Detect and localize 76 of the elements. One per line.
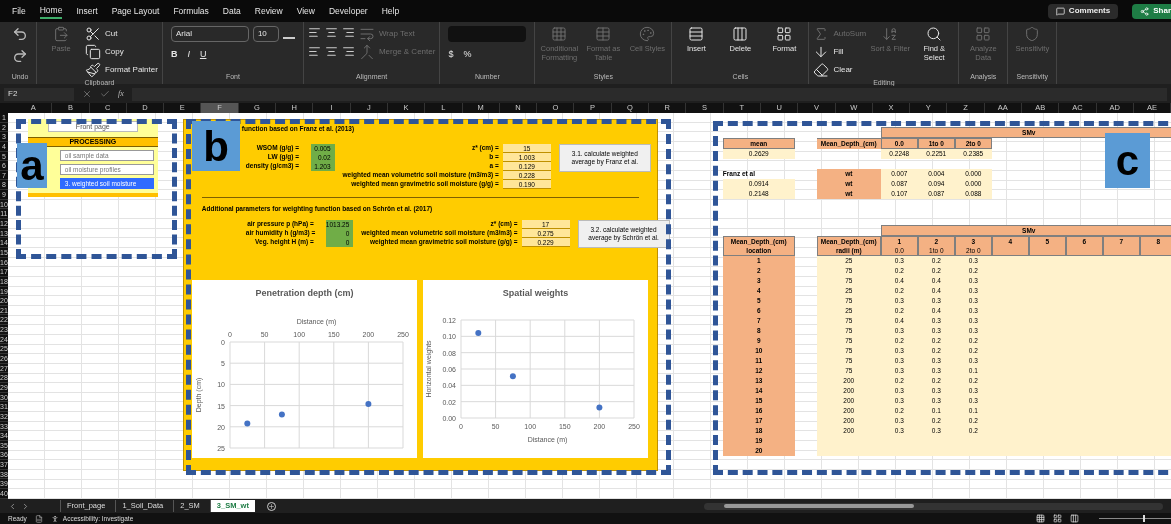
share-button[interactable]: Shar: [1132, 3, 1171, 19]
data-point: [365, 400, 372, 407]
number-format-field[interactable]: [448, 26, 527, 42]
shield-icon: [1024, 26, 1041, 42]
normal-view-icon[interactable]: [1036, 514, 1045, 523]
ribbon-button[interactable]: Format Painter: [85, 62, 158, 78]
wrap-text-icon: [358, 26, 375, 42]
align-right-icon[interactable]: [341, 45, 355, 58]
align-left-icon[interactable]: [307, 26, 321, 39]
align-right-icon[interactable]: [341, 26, 355, 39]
menu-tab[interactable]: Home: [39, 3, 63, 19]
format-icon: [776, 26, 793, 42]
menu-tab[interactable]: Page Layout: [111, 3, 160, 19]
font-field[interactable]: Arial: [170, 26, 249, 42]
search-icon: [926, 26, 943, 42]
menu-tab[interactable]: Formulas: [173, 3, 209, 19]
insert-icon: [688, 26, 705, 42]
accessibility-icon: [50, 514, 59, 523]
name-box[interactable]: F2: [4, 87, 74, 101]
menu-tab[interactable]: Data: [222, 3, 241, 19]
section-label: b: [192, 121, 240, 171]
menu-tab[interactable]: Review: [254, 3, 283, 19]
align-center-icon[interactable]: [324, 45, 338, 58]
chart-title: Penetration depth (cm): [255, 288, 354, 298]
cancel-icon[interactable]: [82, 89, 92, 99]
comment-icon: [1055, 6, 1065, 16]
copy-icon: [85, 44, 101, 60]
delete-icon: [732, 26, 749, 42]
paste-icon: [53, 26, 69, 42]
ribbon-button[interactable]: Fill: [813, 44, 867, 60]
data-point: [475, 330, 482, 337]
add-sheet-icon[interactable]: [266, 501, 276, 511]
section-label: a: [17, 143, 47, 188]
cell-styles-icon: [639, 26, 656, 42]
chart-title: Spatial weights: [502, 288, 569, 298]
page-break-icon[interactable]: [1070, 514, 1079, 523]
data-point: [278, 411, 285, 418]
font-style-button[interactable]: $: [448, 48, 454, 62]
merge-icon: [358, 44, 375, 60]
comments-button[interactable]: Comments: [1047, 3, 1119, 19]
font-style-button[interactable]: %: [463, 48, 472, 62]
table-icon: [595, 26, 612, 42]
sort-icon: [882, 26, 899, 42]
analyze-icon: [975, 26, 992, 42]
data-point: [244, 420, 251, 427]
menu-tab[interactable]: Insert: [76, 3, 98, 19]
ribbon-button[interactable]: Clear: [813, 62, 867, 78]
font-style-button[interactable]: U: [199, 48, 207, 62]
ribbon-button[interactable]: Cut: [85, 26, 158, 42]
data-point: [596, 404, 603, 411]
redo-icon[interactable]: [12, 48, 28, 64]
paintbrush-icon: [85, 62, 101, 78]
function-button[interactable]: fx: [118, 88, 124, 100]
conditional-formatting-icon: [551, 26, 568, 42]
enter-icon[interactable]: [100, 89, 110, 99]
sheet-icon: [34, 514, 43, 523]
font-field[interactable]: 10: [252, 26, 279, 42]
align-left-icon[interactable]: [307, 45, 321, 58]
page-layout-icon[interactable]: [1053, 514, 1062, 523]
scroll-left-icon[interactable]: [8, 501, 17, 511]
menu-tab[interactable]: View: [296, 3, 315, 19]
menu-tab[interactable]: Developer: [328, 3, 368, 19]
section-label: c: [1105, 133, 1150, 188]
align-center-icon[interactable]: [324, 26, 338, 39]
undo-icon[interactable]: [12, 26, 28, 42]
menu-tab[interactable]: Help: [381, 3, 400, 19]
scissors-icon: [85, 26, 101, 42]
share-icon: [1140, 6, 1150, 16]
horizontal-scrollbar[interactable]: [703, 502, 1163, 510]
menu-tab[interactable]: File: [12, 3, 26, 19]
eraser-icon: [813, 62, 830, 78]
font-style-button[interactable]: B: [170, 48, 178, 62]
scroll-right-icon[interactable]: [21, 501, 30, 511]
font-style-button[interactable]: I: [187, 48, 190, 62]
ribbon-button[interactable]: Copy: [85, 44, 158, 60]
data-point: [509, 373, 516, 380]
